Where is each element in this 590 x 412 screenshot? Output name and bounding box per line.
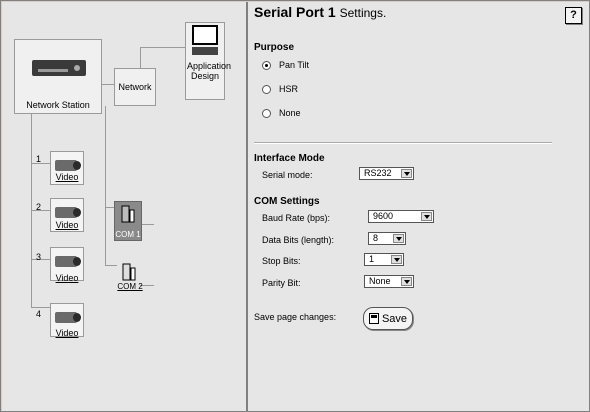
video-1-label[interactable]: Video — [50, 172, 84, 182]
network-station-label: Network Station — [26, 100, 90, 110]
video-3-label[interactable]: Video — [50, 273, 84, 283]
divider — [254, 142, 552, 144]
tree-trunk-ns-to-network — [102, 84, 114, 85]
network-station-node[interactable]: Network Station — [14, 39, 102, 114]
purpose-option-pan-tilt[interactable]: Pan Tilt — [262, 60, 309, 70]
page-title-sub: Settings. — [339, 6, 387, 20]
save-button[interactable]: Save — [363, 307, 413, 330]
radio-none[interactable] — [262, 108, 271, 118]
baud-rate-value: 9600 — [373, 211, 394, 221]
radio-pan-tilt-label: Pan Tilt — [279, 60, 310, 70]
chevron-down-icon — [393, 234, 404, 243]
chevron-down-icon — [401, 277, 412, 286]
video-2-label[interactable]: Video — [50, 220, 84, 230]
save-prompt: Save page changes: — [254, 312, 337, 322]
data-bits-value: 8 — [373, 233, 379, 243]
com1-label: COM 1 — [115, 230, 141, 239]
serial-connector-icon — [121, 205, 135, 223]
data-bits-select[interactable]: 8 — [368, 232, 406, 245]
parity-bit-select[interactable]: None — [364, 275, 414, 288]
computer-icon — [192, 25, 218, 45]
page-title-main: Serial Port 1 — [254, 4, 336, 20]
purpose-heading: Purpose — [254, 42, 295, 53]
serial-mode-value: RS232 — [364, 168, 392, 178]
video-3-number: 3 — [36, 252, 42, 262]
chevron-down-icon — [391, 255, 402, 264]
radio-hsr[interactable] — [262, 84, 271, 94]
device-tree-panel: Network Station Network Application Desi… — [2, 2, 248, 411]
parity-bit-label: Parity Bit: — [262, 278, 301, 288]
video-4-number: 4 — [36, 309, 42, 319]
serial-mode-label: Serial mode: — [262, 170, 313, 180]
chevron-down-icon — [401, 169, 412, 178]
parity-bit-value: None — [369, 276, 391, 286]
application-design-node[interactable]: Application Design — [185, 22, 232, 100]
data-bits-label: Data Bits (length): — [262, 235, 335, 245]
radio-none-label: None — [279, 108, 301, 118]
network-station-device-icon — [32, 60, 86, 76]
chevron-down-icon — [421, 212, 432, 221]
network-label: Network — [118, 82, 152, 92]
tree-net-to-app-h — [140, 47, 185, 48]
stop-bits-select[interactable]: 1 — [364, 253, 404, 266]
network-node[interactable]: Network — [114, 68, 156, 106]
com1-node[interactable]: COM 1 — [114, 201, 142, 241]
baud-rate-select[interactable]: 9600 — [368, 210, 434, 223]
tree-net-to-app — [140, 47, 141, 69]
interface-mode-heading: Interface Mode — [254, 153, 325, 164]
tree-trunk-left — [31, 114, 32, 308]
tree-trunk-mid — [105, 106, 106, 266]
purpose-option-hsr[interactable]: HSR — [262, 84, 298, 94]
com-settings-heading: COM Settings — [254, 196, 320, 207]
baud-rate-label: Baud Rate (bps): — [262, 213, 331, 223]
radio-pan-tilt[interactable] — [262, 60, 271, 70]
serial-mode-select[interactable]: RS232 — [359, 167, 414, 180]
save-button-label: Save — [381, 312, 408, 325]
radio-hsr-label: HSR — [279, 84, 299, 94]
keyboard-icon — [192, 47, 218, 55]
video-4-label[interactable]: Video — [50, 328, 84, 338]
tree-branch-video-4 — [31, 307, 50, 308]
application-design-label: Application Design — [187, 61, 232, 81]
stop-bits-label: Stop Bits: — [262, 256, 301, 266]
com1-out-line — [140, 224, 154, 225]
window-frame: Network Station Network Application Desi… — [0, 0, 590, 412]
floppy-disk-icon — [368, 313, 379, 324]
stop-bits-value: 1 — [369, 254, 375, 264]
tree-branch-com2 — [105, 265, 117, 266]
help-button[interactable]: ? — [565, 7, 582, 24]
com2-node[interactable]: COM 2 — [117, 262, 143, 292]
settings-panel: Serial Port 1 Settings. ? Purpose Pan Ti… — [248, 2, 589, 411]
page-title: Serial Port 1 Settings. — [254, 4, 386, 20]
com2-label: COM 2 — [117, 282, 143, 291]
video-1-number: 1 — [36, 154, 42, 164]
purpose-option-none[interactable]: None — [262, 108, 301, 118]
video-2-number: 2 — [36, 202, 42, 212]
